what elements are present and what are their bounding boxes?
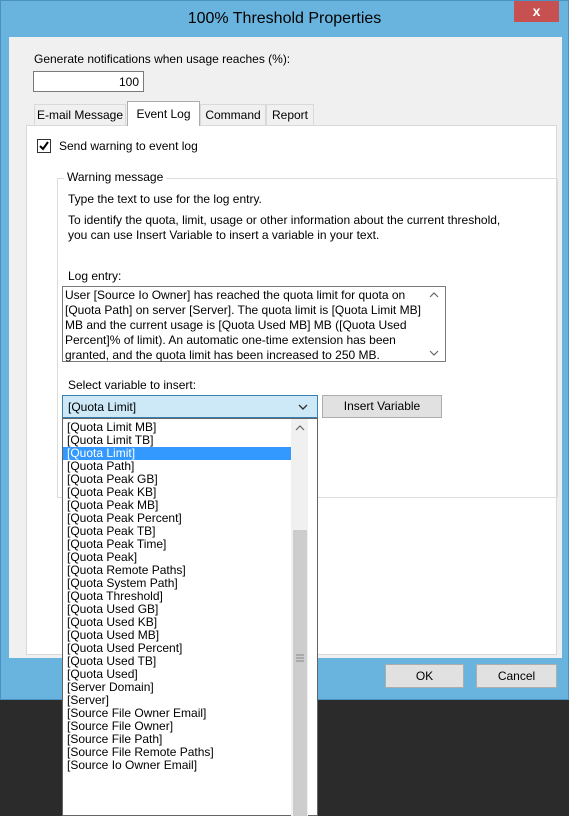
ok-button[interactable]: OK [385, 664, 464, 688]
log-entry-textarea[interactable]: User [Source Io Owner] has reached the q… [62, 286, 446, 362]
select-variable-label: Select variable to insert: [68, 378, 197, 392]
instruction-text-2b: you can use Insert Variable to insert a … [68, 228, 380, 242]
cancel-button[interactable]: Cancel [476, 664, 557, 688]
tab-report[interactable]: Report [266, 104, 314, 126]
send-warning-checkbox[interactable] [37, 139, 51, 153]
variable-dropdown-list[interactable]: [Quota Limit MB] [Quota Limit TB] [Quota L… [62, 418, 318, 816]
instruction-text-2a: To identify the quota, limit, usage or o… [68, 213, 501, 227]
tab-email-message[interactable]: E-mail Message [34, 104, 126, 126]
warning-message-title: Warning message [64, 170, 167, 184]
send-warning-label: Send warning to event log [59, 139, 198, 153]
combobox-selected-value: [Quota Limit] [68, 400, 137, 414]
chevron-down-icon [298, 404, 308, 410]
log-entry-label: Log entry: [68, 269, 122, 283]
title-bar[interactable]: 100% Threshold Properties x [1, 1, 568, 37]
dropdown-item[interactable]: [Source Io Owner Email] [63, 759, 292, 772]
variable-combobox[interactable]: [Quota Limit] [62, 395, 318, 418]
threshold-input[interactable]: 100 [33, 71, 144, 92]
tab-command[interactable]: Command [200, 104, 266, 126]
chevron-down-icon[interactable] [429, 349, 439, 357]
grip-icon [296, 654, 304, 662]
check-icon [39, 141, 49, 151]
close-button[interactable]: x [514, 1, 559, 22]
insert-variable-button[interactable]: Insert Variable [322, 395, 442, 418]
instruction-text-1: Type the text to use for the log entry. [68, 192, 262, 206]
chevron-up-icon[interactable] [295, 424, 305, 431]
tab-event-log[interactable]: Event Log [127, 101, 200, 126]
log-entry-scrollbar[interactable] [424, 287, 444, 361]
dropdown-scroll-thumb[interactable] [293, 530, 307, 816]
threshold-label: Generate notifications when usage reache… [34, 52, 291, 66]
chevron-up-icon[interactable] [429, 291, 439, 299]
window-title: 100% Threshold Properties [187, 10, 382, 27]
